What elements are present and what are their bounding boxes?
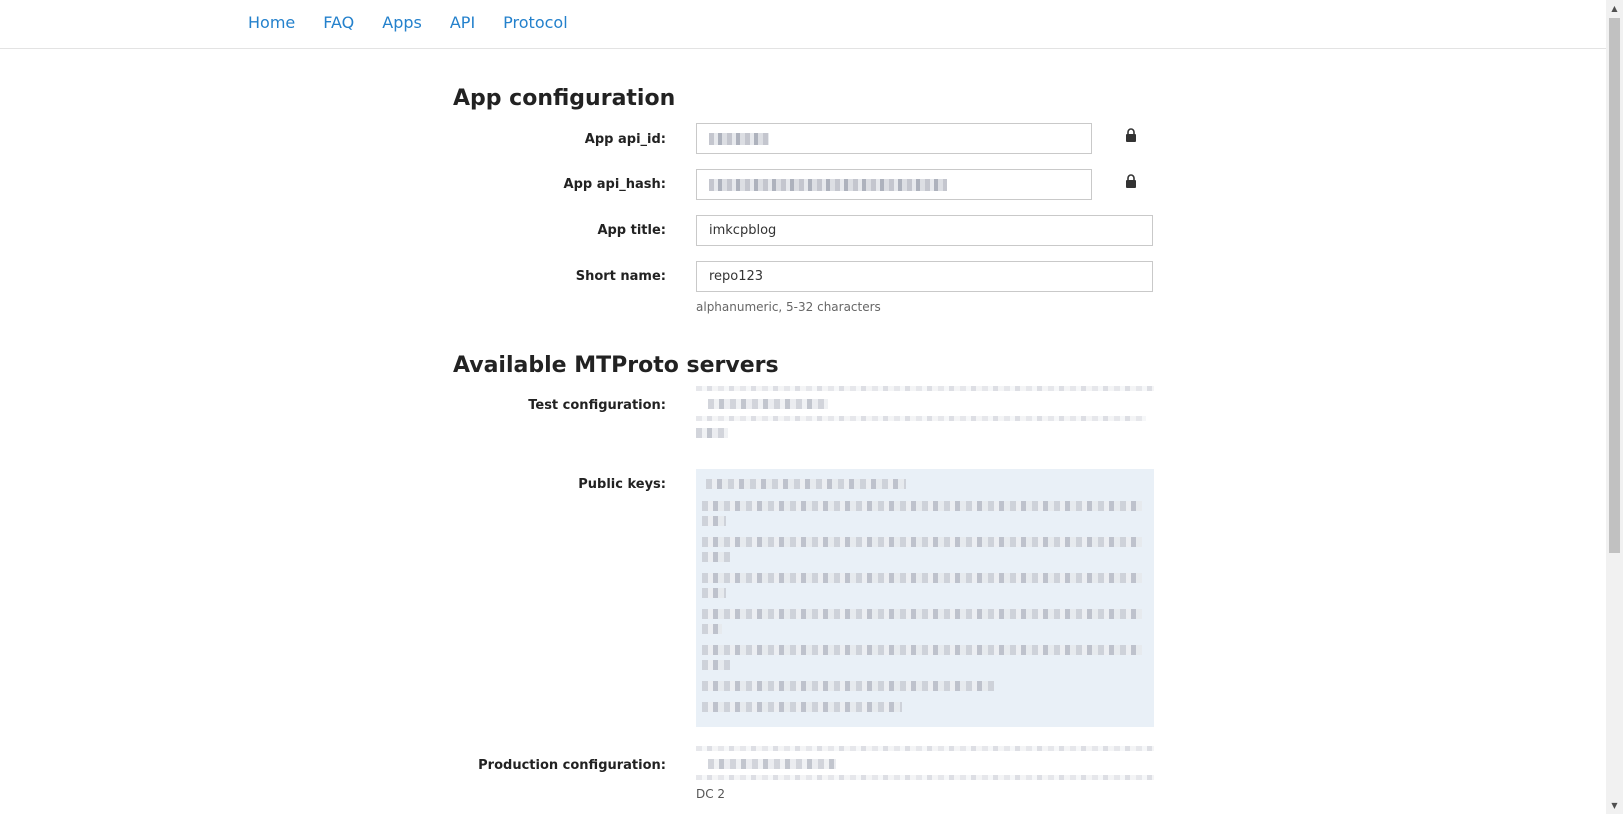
- lock-icon: [1126, 128, 1136, 142]
- vertical-scrollbar[interactable]: ▲ ▼: [1606, 0, 1623, 814]
- api-hash-field[interactable]: [696, 169, 1092, 200]
- nav-list: Home FAQ Apps API Protocol: [248, 13, 596, 32]
- scroll-down-arrow-icon[interactable]: ▼: [1606, 797, 1623, 814]
- nav-home-link[interactable]: Home: [248, 13, 295, 32]
- production-config-value-redacted: [696, 746, 1154, 780]
- public-keys-value-redacted: [696, 469, 1154, 727]
- short-name-label: Short name:: [575, 269, 666, 284]
- nav-api-link[interactable]: API: [450, 13, 475, 32]
- api-id-label: App api_id:: [584, 132, 666, 147]
- app-title-input[interactable]: imkcpblog: [696, 215, 1153, 246]
- nav-faq-link[interactable]: FAQ: [323, 13, 354, 32]
- nav-apps-link[interactable]: Apps: [382, 13, 422, 32]
- production-dc-text: DC 2: [696, 787, 726, 801]
- test-config-value-redacted: [696, 386, 1154, 442]
- page: Home FAQ Apps API Protocol App configura…: [0, 0, 1623, 814]
- short-name-input[interactable]: repo123: [696, 261, 1153, 292]
- top-nav: Home FAQ Apps API Protocol: [0, 0, 1606, 49]
- test-config-label: Test configuration:: [528, 398, 666, 413]
- api-id-field[interactable]: [696, 123, 1092, 154]
- app-config-title: App configuration: [453, 86, 676, 111]
- production-config-label: Production configuration:: [478, 758, 666, 773]
- servers-title: Available MTProto servers: [453, 353, 779, 378]
- api-hash-value-redacted: [709, 178, 947, 191]
- api-id-value-redacted: [709, 132, 769, 145]
- scroll-up-arrow-icon[interactable]: ▲: [1606, 0, 1623, 17]
- app-title-label: App title:: [597, 223, 666, 238]
- api-hash-label: App api_hash:: [563, 177, 666, 192]
- nav-protocol-link[interactable]: Protocol: [503, 13, 567, 32]
- short-name-hint: alphanumeric, 5-32 characters: [696, 300, 881, 314]
- scroll-thumb[interactable]: [1609, 18, 1620, 553]
- lock-icon: [1126, 174, 1136, 188]
- public-keys-label: Public keys:: [578, 477, 666, 492]
